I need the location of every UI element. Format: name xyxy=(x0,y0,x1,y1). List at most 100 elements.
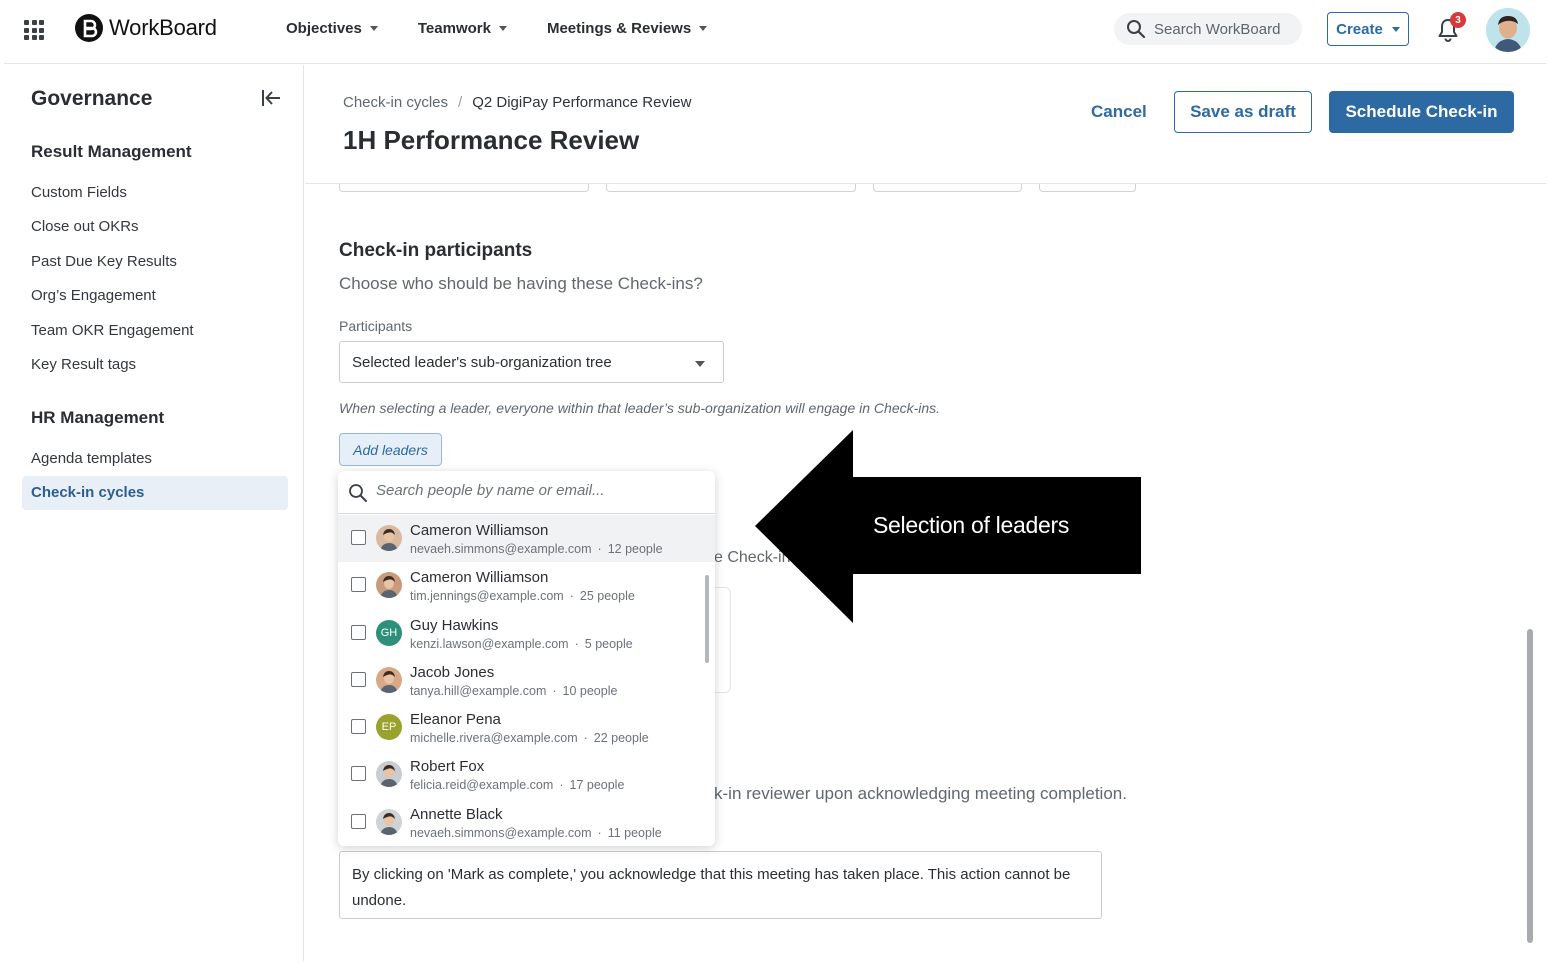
leader-people-count: 22 people xyxy=(593,731,649,746)
participants-section-title: Check-in participants xyxy=(339,240,533,261)
meta-separator: · xyxy=(597,542,602,556)
sidebar-item-check-in-cycles[interactable]: Check-in cycles xyxy=(22,476,288,510)
leader-option[interactable]: Robert Fox felicia.reid@example.com · 17 pe… xyxy=(338,751,715,798)
breadcrumb-current: Q2 DigiPay Performance Review xyxy=(472,94,692,111)
leader-name: Jacob Jones xyxy=(410,663,495,681)
leader-checkbox[interactable] xyxy=(351,766,366,782)
leader-option[interactable]: Cameron Williamson nevaeh.simmons@example… xyxy=(338,515,715,563)
leader-email: tanya.hill@example.com xyxy=(410,683,547,698)
leader-email: nevaeh.simmons@example.com xyxy=(410,542,592,556)
meta-separator: · xyxy=(574,636,579,651)
breadcrumb-separator: / xyxy=(458,94,463,111)
leader-people-count: 25 people xyxy=(579,589,635,604)
main-menu: Objectives Teamwork Meetings & Reviews xyxy=(286,20,747,37)
avatar xyxy=(376,666,402,693)
leader-name: Eleanor Pena xyxy=(410,711,501,729)
completion-message-textarea[interactable]: By clicking on 'Mark as complete,' you a… xyxy=(339,851,1102,919)
leader-name: Cameron Williamson xyxy=(410,522,549,539)
leader-checkbox[interactable] xyxy=(351,624,366,640)
leader-meta: felicia.reid@example.com · 17 people xyxy=(410,778,624,792)
save-as-draft-button[interactable]: Save as draft xyxy=(1174,91,1312,133)
leader-option[interactable]: Annette Black nevaeh.simmons@example.com ·… xyxy=(338,799,715,846)
menu-meetings-reviews[interactable]: Meetings & Reviews xyxy=(546,20,708,37)
chevron-down-icon xyxy=(699,26,708,31)
leader-checkbox[interactable] xyxy=(351,530,366,545)
leader-email: nevaeh.simmons@example.com xyxy=(410,825,592,840)
page-header: Check-in cycles / Q2 DigiPay Performance… xyxy=(305,65,1546,184)
meta-separator: · xyxy=(597,825,602,840)
leader-search-input[interactable] xyxy=(376,482,696,499)
schedule-check-in-button[interactable]: Schedule Check-in xyxy=(1329,91,1514,133)
sidebar-section-hr-management: HR Management xyxy=(31,408,165,427)
chevron-down-icon xyxy=(369,26,378,31)
leader-people-count: 10 people xyxy=(562,683,618,698)
breadcrumb-check-in-cycles[interactable]: Check-in cycles xyxy=(343,94,448,111)
sidebar-item-orgs-engagement[interactable]: Org’s Engagement xyxy=(31,287,156,304)
menu-label: Teamwork xyxy=(417,20,491,37)
leader-people-count: 5 people xyxy=(584,636,633,651)
search-icon xyxy=(1127,20,1146,39)
leader-name: Annette Black xyxy=(410,805,503,823)
participants-section-subtitle: Choose who should be having these Check-… xyxy=(339,274,703,293)
workboard-logo[interactable]: WorkBoard xyxy=(75,14,217,42)
leader-meta: kenzi.lawson@example.com · 5 people xyxy=(410,637,633,651)
create-button[interactable]: Create xyxy=(1327,12,1409,46)
leader-name: Robert Fox xyxy=(410,758,485,776)
menu-teamwork[interactable]: Teamwork xyxy=(418,20,507,37)
sidebar-title: Governance xyxy=(31,87,153,110)
menu-label: Objectives xyxy=(286,20,362,37)
annotation-label: Selection of leaders xyxy=(873,512,1070,538)
avatar xyxy=(376,572,402,599)
leader-checkbox[interactable] xyxy=(351,671,366,687)
sidebar-item-key-result-tags[interactable]: Key Result tags xyxy=(31,356,136,373)
dropdown-scrollbar[interactable] xyxy=(705,575,709,663)
page-title: 1H Performance Review xyxy=(343,125,640,155)
app-launcher-icon[interactable] xyxy=(24,20,44,40)
menu-objectives[interactable]: Objectives xyxy=(286,20,378,37)
avatar xyxy=(376,761,402,788)
sidebar-item-team-okr-engagement[interactable]: Team OKR Engagement xyxy=(31,322,194,339)
sidebar-item-agenda-templates[interactable]: Agenda templates xyxy=(31,450,152,467)
leader-email: kenzi.lawson@example.com xyxy=(410,636,569,651)
avatar: EP xyxy=(376,714,402,741)
workboard-logo-mark xyxy=(75,14,103,42)
sidebar-item-past-due-key-results[interactable]: Past Due Key Results xyxy=(31,253,177,270)
leader-people-count: 11 people xyxy=(607,825,662,840)
user-avatar[interactable] xyxy=(1486,8,1530,52)
collapse-sidebar-icon[interactable] xyxy=(260,87,282,109)
sidebar-item-label: Check-in cycles xyxy=(31,484,145,501)
leader-option[interactable]: Cameron Williamson tim.jennings@example.c… xyxy=(338,562,715,609)
top-navigation: WorkBoard Objectives Teamwork Meetings &… xyxy=(4,0,1546,64)
leader-option[interactable]: EP Eleanor Pena michelle.rivera@example.co… xyxy=(338,704,715,751)
chevron-down-icon xyxy=(695,361,705,367)
leader-option[interactable]: Jacob Jones tanya.hill@example.com · 10 peo… xyxy=(338,657,715,704)
cancel-button[interactable]: Cancel xyxy=(1091,102,1147,122)
avatar xyxy=(376,525,402,551)
search-placeholder: Search WorkBoard xyxy=(1154,20,1281,38)
leader-people-count: 12 people xyxy=(607,542,663,556)
meta-separator: · xyxy=(552,683,557,698)
global-search[interactable]: Search WorkBoard xyxy=(1114,13,1302,45)
page-scrollbar[interactable] xyxy=(1527,629,1533,943)
leader-meta: tim.jennings@example.com · 25 people xyxy=(410,589,635,603)
leader-checkbox[interactable] xyxy=(351,577,366,593)
search-icon xyxy=(349,484,367,502)
participants-selected-value: Selected leader's sub-organization tree xyxy=(352,354,612,371)
participants-select[interactable]: Selected leader's sub-organization tree xyxy=(339,341,724,383)
sidebar-item-custom-fields[interactable]: Custom Fields xyxy=(31,184,127,201)
leader-email: michelle.rivera@example.com xyxy=(410,731,578,746)
add-leaders-button[interactable]: Add leaders xyxy=(339,433,442,466)
leader-option[interactable]: GH Guy Hawkins kenzi.lawson@example.com · 5 … xyxy=(338,610,715,657)
obscured-text: k-in reviewer upon acknowledging meeting… xyxy=(714,784,1127,803)
meta-separator: · xyxy=(559,778,564,793)
leader-email: felicia.reid@example.com xyxy=(410,778,554,793)
leader-people-count: 17 people xyxy=(569,778,625,793)
leader-checkbox[interactable] xyxy=(351,719,366,735)
sidebar-item-close-out-okrs[interactable]: Close out OKRs xyxy=(31,218,139,235)
leader-search xyxy=(338,471,715,514)
leader-meta: tanya.hill@example.com · 10 people xyxy=(410,684,617,698)
leader-checkbox[interactable] xyxy=(351,813,366,829)
app-name: WorkBoard xyxy=(109,15,217,40)
menu-label: Meetings & Reviews xyxy=(546,20,692,37)
leader-name: Cameron Williamson xyxy=(410,569,549,587)
